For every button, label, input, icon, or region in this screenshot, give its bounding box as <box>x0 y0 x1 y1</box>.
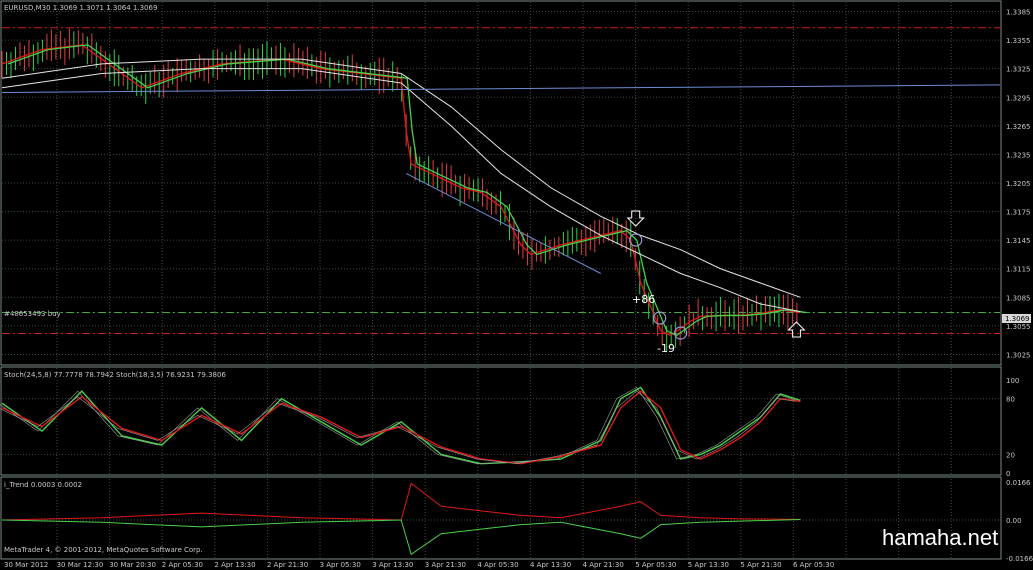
price-levels <box>2 27 1000 335</box>
loss-label: -19 <box>657 342 675 355</box>
profit-label: +86 <box>632 293 655 306</box>
price-tick-label: 1.3085 <box>1006 294 1031 302</box>
stoch-tick-label: 80 <box>1006 396 1015 404</box>
price-tick-label: 1.3205 <box>1006 180 1031 188</box>
price-tick-label: 1.3235 <box>1006 151 1031 159</box>
price-tick-label: 1.3175 <box>1006 209 1031 217</box>
price-tick-label: 1.3265 <box>1006 123 1031 131</box>
stoch-slow-red-line <box>1 390 801 465</box>
x-tick-label: 6 Apr 05:30 <box>793 561 834 569</box>
x-tick-label: 5 Apr 05:30 <box>635 561 676 569</box>
x-tick-label: 30 Mar 2012 <box>4 561 48 569</box>
x-tick-label: 2 Apr 13:30 <box>214 561 255 569</box>
trend-red-line <box>1 482 801 521</box>
price-tick-label: 1.3325 <box>1006 66 1031 74</box>
trend-tick-label: 0.00 <box>1006 517 1022 525</box>
y-axis: 1.3385 1.3355 1.3325 1.3295 1.3265 1.3235 1.32… <box>1006 9 1033 563</box>
x-tick-label: 4 Apr 21:30 <box>583 561 624 569</box>
channel-blue-line <box>405 173 602 274</box>
x-axis: 30 Mar 2012 30 Mar 12:30 30 Mar 20:30 2 Apr… <box>4 561 834 569</box>
price-tick-label: 1.3115 <box>1006 266 1031 274</box>
order-label: #48653493 buy <box>4 310 61 318</box>
x-tick-label: 30 Mar 12:30 <box>57 561 104 569</box>
x-tick-label: 2 Apr 05:30 <box>162 561 203 569</box>
price-tick-label: 1.3355 <box>1006 37 1031 45</box>
x-tick-label: 5 Apr 13:30 <box>688 561 729 569</box>
trend-tick-label: -0.0166 <box>1006 555 1033 563</box>
trend-tick-label: 0.0166 <box>1006 479 1031 487</box>
price-tick-label: 1.3025 <box>1006 351 1031 359</box>
copyright-text: MetaTrader 4, © 2001-2012, MetaQuotes So… <box>4 546 203 554</box>
x-tick-label: 4 Apr 05:30 <box>477 561 518 569</box>
price-tick-label: 1.3385 <box>1006 9 1031 17</box>
price-tick-label: 1.3295 <box>1006 94 1031 102</box>
stoch-tick-label: 20 <box>1006 451 1015 459</box>
ma-mid-line <box>1 68 801 313</box>
x-tick-label: 3 Apr 05:30 <box>320 561 361 569</box>
x-tick-label: 5 Apr 21:30 <box>740 561 781 569</box>
x-tick-label: 3 Apr 21:30 <box>425 561 466 569</box>
stoch-header: Stoch(24,5,8) 77.7778 78.7942 Stoch(18,3… <box>4 371 226 379</box>
x-tick-label: 2 Apr 21:30 <box>267 561 308 569</box>
price-tick-label: 1.3055 <box>1006 323 1031 331</box>
watermark: hamaha.net <box>882 525 998 550</box>
x-tick-label: 30 Mar 20:30 <box>109 561 156 569</box>
price-tick-label: 1.3145 <box>1006 237 1031 245</box>
trend-header: i_Trend 0.0003 0.0002 <box>4 481 82 489</box>
chart-window: 1.3385 1.3355 1.3325 1.3295 1.3265 1.3235 1.32… <box>0 0 1033 570</box>
x-tick-label: 3 Apr 13:30 <box>372 561 413 569</box>
stoch-panel-frame <box>0 366 1002 476</box>
buy-arrow-icon <box>787 321 806 338</box>
stoch-tick-label: 0 <box>1006 470 1010 478</box>
series-lines <box>0 44 1001 556</box>
main-header: EURUSD,M30 1.3069 1.3071 1.3064 1.3069 <box>4 4 157 12</box>
price-chart-svg: 1.3385 1.3355 1.3325 1.3295 1.3265 1.3235 1.32… <box>0 0 1033 569</box>
current-price: 1.3069 <box>1005 315 1030 323</box>
x-tick-label: 4 Apr 13:30 <box>530 561 571 569</box>
stoch-tick-label: 100 <box>1006 377 1019 385</box>
